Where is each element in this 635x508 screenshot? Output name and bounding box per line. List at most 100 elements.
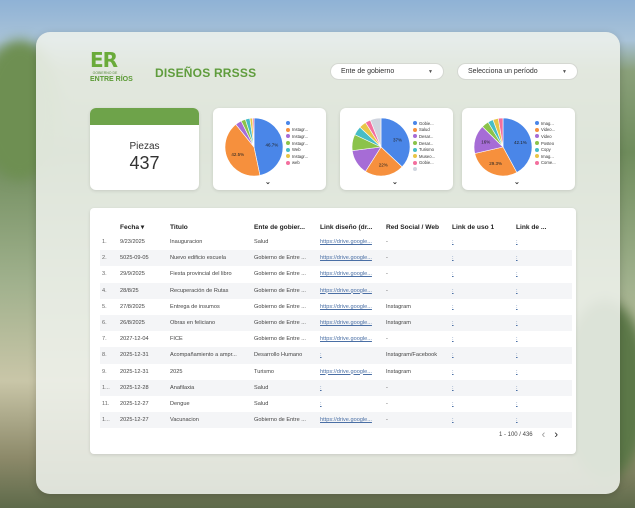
legend-item[interactable]: Desar...: [413, 133, 435, 140]
legend-item[interactable]: Instagr...: [286, 153, 308, 160]
table-cell[interactable]: :: [514, 234, 572, 250]
legend-item[interactable]: Salud: [413, 127, 435, 134]
legend-item[interactable]: Come...: [535, 160, 556, 167]
table-cell[interactable]: :: [514, 379, 572, 396]
table-cell[interactable]: https://drive.google...: [318, 299, 384, 315]
table-row[interactable]: 9. 2025-12-31 2025 Turismo https://drive.goo…: [100, 364, 572, 380]
legend-item[interactable]: Imag...: [535, 153, 556, 160]
table-row[interactable]: 5. 27/8/2025 Entrega de insumos Gobierno de…: [100, 299, 572, 315]
legend-item[interactable]: Posteo: [535, 140, 556, 147]
legend-item[interactable]: Instagr...: [286, 127, 308, 134]
kpi-card-pieces: Piezas 437: [90, 108, 199, 190]
table-row[interactable]: 8. 2025-12-31 Acompañamiento a ampr... Desa…: [100, 347, 572, 364]
chevron-down-icon[interactable]: ⌄: [265, 178, 271, 186]
pie-chart-card-format[interactable]: 42.1% 29.3% 16% Imag... Video... Video Posteo…: [462, 108, 575, 190]
table-cell: 8.: [100, 347, 118, 364]
column-header[interactable]: Titulo: [168, 220, 252, 234]
legend-item[interactable]: Video: [535, 133, 556, 140]
table-cell[interactable]: https://drive.google...: [318, 412, 384, 429]
legend-item[interactable]: Gobie...: [413, 120, 435, 127]
table-row[interactable]: 2. 5025-09-05 Nuevo edificio escuela Gobier…: [100, 250, 572, 267]
table-cell[interactable]: :: [514, 250, 572, 267]
column-header[interactable]: Fecha ▾: [118, 220, 168, 234]
legend-item[interactable]: [286, 120, 308, 127]
table-cell[interactable]: :: [450, 314, 514, 332]
column-header[interactable]: Ente de gobier...: [252, 220, 318, 234]
table-cell[interactable]: :: [450, 379, 514, 396]
table-cell[interactable]: https://drive.google...: [318, 314, 384, 332]
table-cell[interactable]: :: [450, 299, 514, 315]
table-cell[interactable]: :: [514, 299, 572, 315]
legend-item[interactable]: web: [286, 160, 308, 167]
pie-slice-label: 42.5%: [231, 152, 244, 157]
table-row[interactable]: 1. 9/23/2025 Inauguracion Salud https://driv…: [100, 234, 572, 250]
table-row[interactable]: 11. 2025-12-27 Dengue Salud: -::: [100, 396, 572, 412]
pagination-range: 1 - 100 / 436: [498, 432, 533, 438]
table-cell[interactable]: https://drive.google...: [318, 364, 384, 380]
column-header[interactable]: Link de uso 1: [450, 220, 514, 234]
table-cell[interactable]: :: [514, 331, 572, 347]
table-row[interactable]: 6. 26/8/2025 Obras en feliciano Gobierno de…: [100, 314, 572, 332]
legend-swatch: [286, 154, 290, 159]
legend-item[interactable]: Copy: [535, 146, 556, 153]
table-cell[interactable]: https://drive.google...: [318, 331, 384, 347]
table-cell[interactable]: :: [450, 331, 514, 347]
legend-item[interactable]: [413, 166, 435, 173]
table-cell[interactable]: :: [450, 250, 514, 267]
table-row[interactable]: 7. 2027-12-04 FICE Gobierno de Entre ... htt…: [100, 331, 572, 347]
table-row[interactable]: 4. 28/8/25 Recuperación de Rutas Gobierno d…: [100, 282, 572, 299]
chevron-down-icon[interactable]: ⌄: [514, 178, 520, 186]
table-cell[interactable]: :: [450, 412, 514, 429]
legend-item[interactable]: Instagr...: [286, 133, 308, 140]
pie-chart-card-social-network[interactable]: 46.7% 42.5% Instagr... Instagr... Instagr..…: [213, 108, 326, 190]
table-cell[interactable]: :: [450, 396, 514, 412]
column-header[interactable]: Link diseño (dr...: [318, 220, 384, 234]
legend-label: Instagr...: [292, 140, 309, 146]
table-cell[interactable]: https://drive.google...: [318, 282, 384, 299]
table-cell[interactable]: :: [450, 347, 514, 364]
table-cell[interactable]: https://drive.google...: [318, 234, 384, 250]
chevron-right-icon[interactable]: ›: [554, 429, 558, 441]
legend-item[interactable]: Desar...: [413, 140, 435, 147]
legend-item[interactable]: Museo...: [413, 153, 435, 160]
table-cell[interactable]: :: [514, 282, 572, 299]
table-row[interactable]: 1... 2025-12-27 Vacunacion Gobierno de Entr…: [100, 412, 572, 429]
table-cell[interactable]: :: [318, 396, 384, 412]
table-cell[interactable]: https://drive.google...: [318, 250, 384, 267]
table-cell: 2025: [170, 368, 183, 375]
table-cell[interactable]: :: [450, 234, 514, 250]
chevron-down-icon[interactable]: ⌄: [392, 178, 398, 186]
period-filter-label: Selecciona un período: [468, 68, 538, 75]
table-row[interactable]: 1... 2025-12-28 Anafilaxia Salud: -::: [100, 379, 572, 396]
table-cell[interactable]: :: [514, 412, 572, 429]
pie-slice-label: 29.3%: [489, 161, 502, 166]
table-cell[interactable]: :: [450, 364, 514, 380]
table-cell[interactable]: :: [514, 266, 572, 282]
pie-chart-card-entity[interactable]: 37% 22% Gobie... Salud Desar... Desar... Turi…: [340, 108, 453, 190]
period-filter-dropdown[interactable]: Selecciona un período ▼: [457, 63, 578, 80]
table-cell[interactable]: :: [514, 347, 572, 364]
legend-item[interactable]: Instagr...: [286, 140, 308, 147]
table-cell[interactable]: :: [450, 266, 514, 282]
table-cell[interactable]: :: [450, 282, 514, 299]
legend-item[interactable]: Gobie...: [413, 160, 435, 167]
table-cell[interactable]: :: [318, 347, 384, 364]
table-cell[interactable]: :: [318, 379, 384, 396]
table-cell[interactable]: https://drive.google...: [318, 266, 384, 282]
column-header[interactable]: Red Social / Web: [384, 220, 450, 234]
legend-item[interactable]: Web: [286, 146, 308, 153]
legend-item[interactable]: Video...: [535, 127, 556, 134]
column-header[interactable]: Link de ...: [514, 220, 572, 234]
legend-swatch: [413, 141, 417, 146]
chevron-left-icon[interactable]: ‹: [542, 429, 546, 441]
entity-filter-dropdown[interactable]: Ente de gobierno ▼: [330, 63, 444, 80]
table-cell: 28/8/25: [118, 282, 168, 299]
table-cell[interactable]: :: [514, 396, 572, 412]
legend-item[interactable]: Turismo: [413, 146, 435, 153]
table-cell: Dengue: [170, 400, 190, 407]
table-cell[interactable]: :: [514, 314, 572, 332]
table-row[interactable]: 3. 29/9/2025 Fiesta provincial del libro Go…: [100, 266, 572, 282]
table-cell: 2027-12-04: [120, 336, 149, 343]
table-cell[interactable]: :: [514, 364, 572, 380]
legend-item[interactable]: Imag...: [535, 120, 556, 127]
